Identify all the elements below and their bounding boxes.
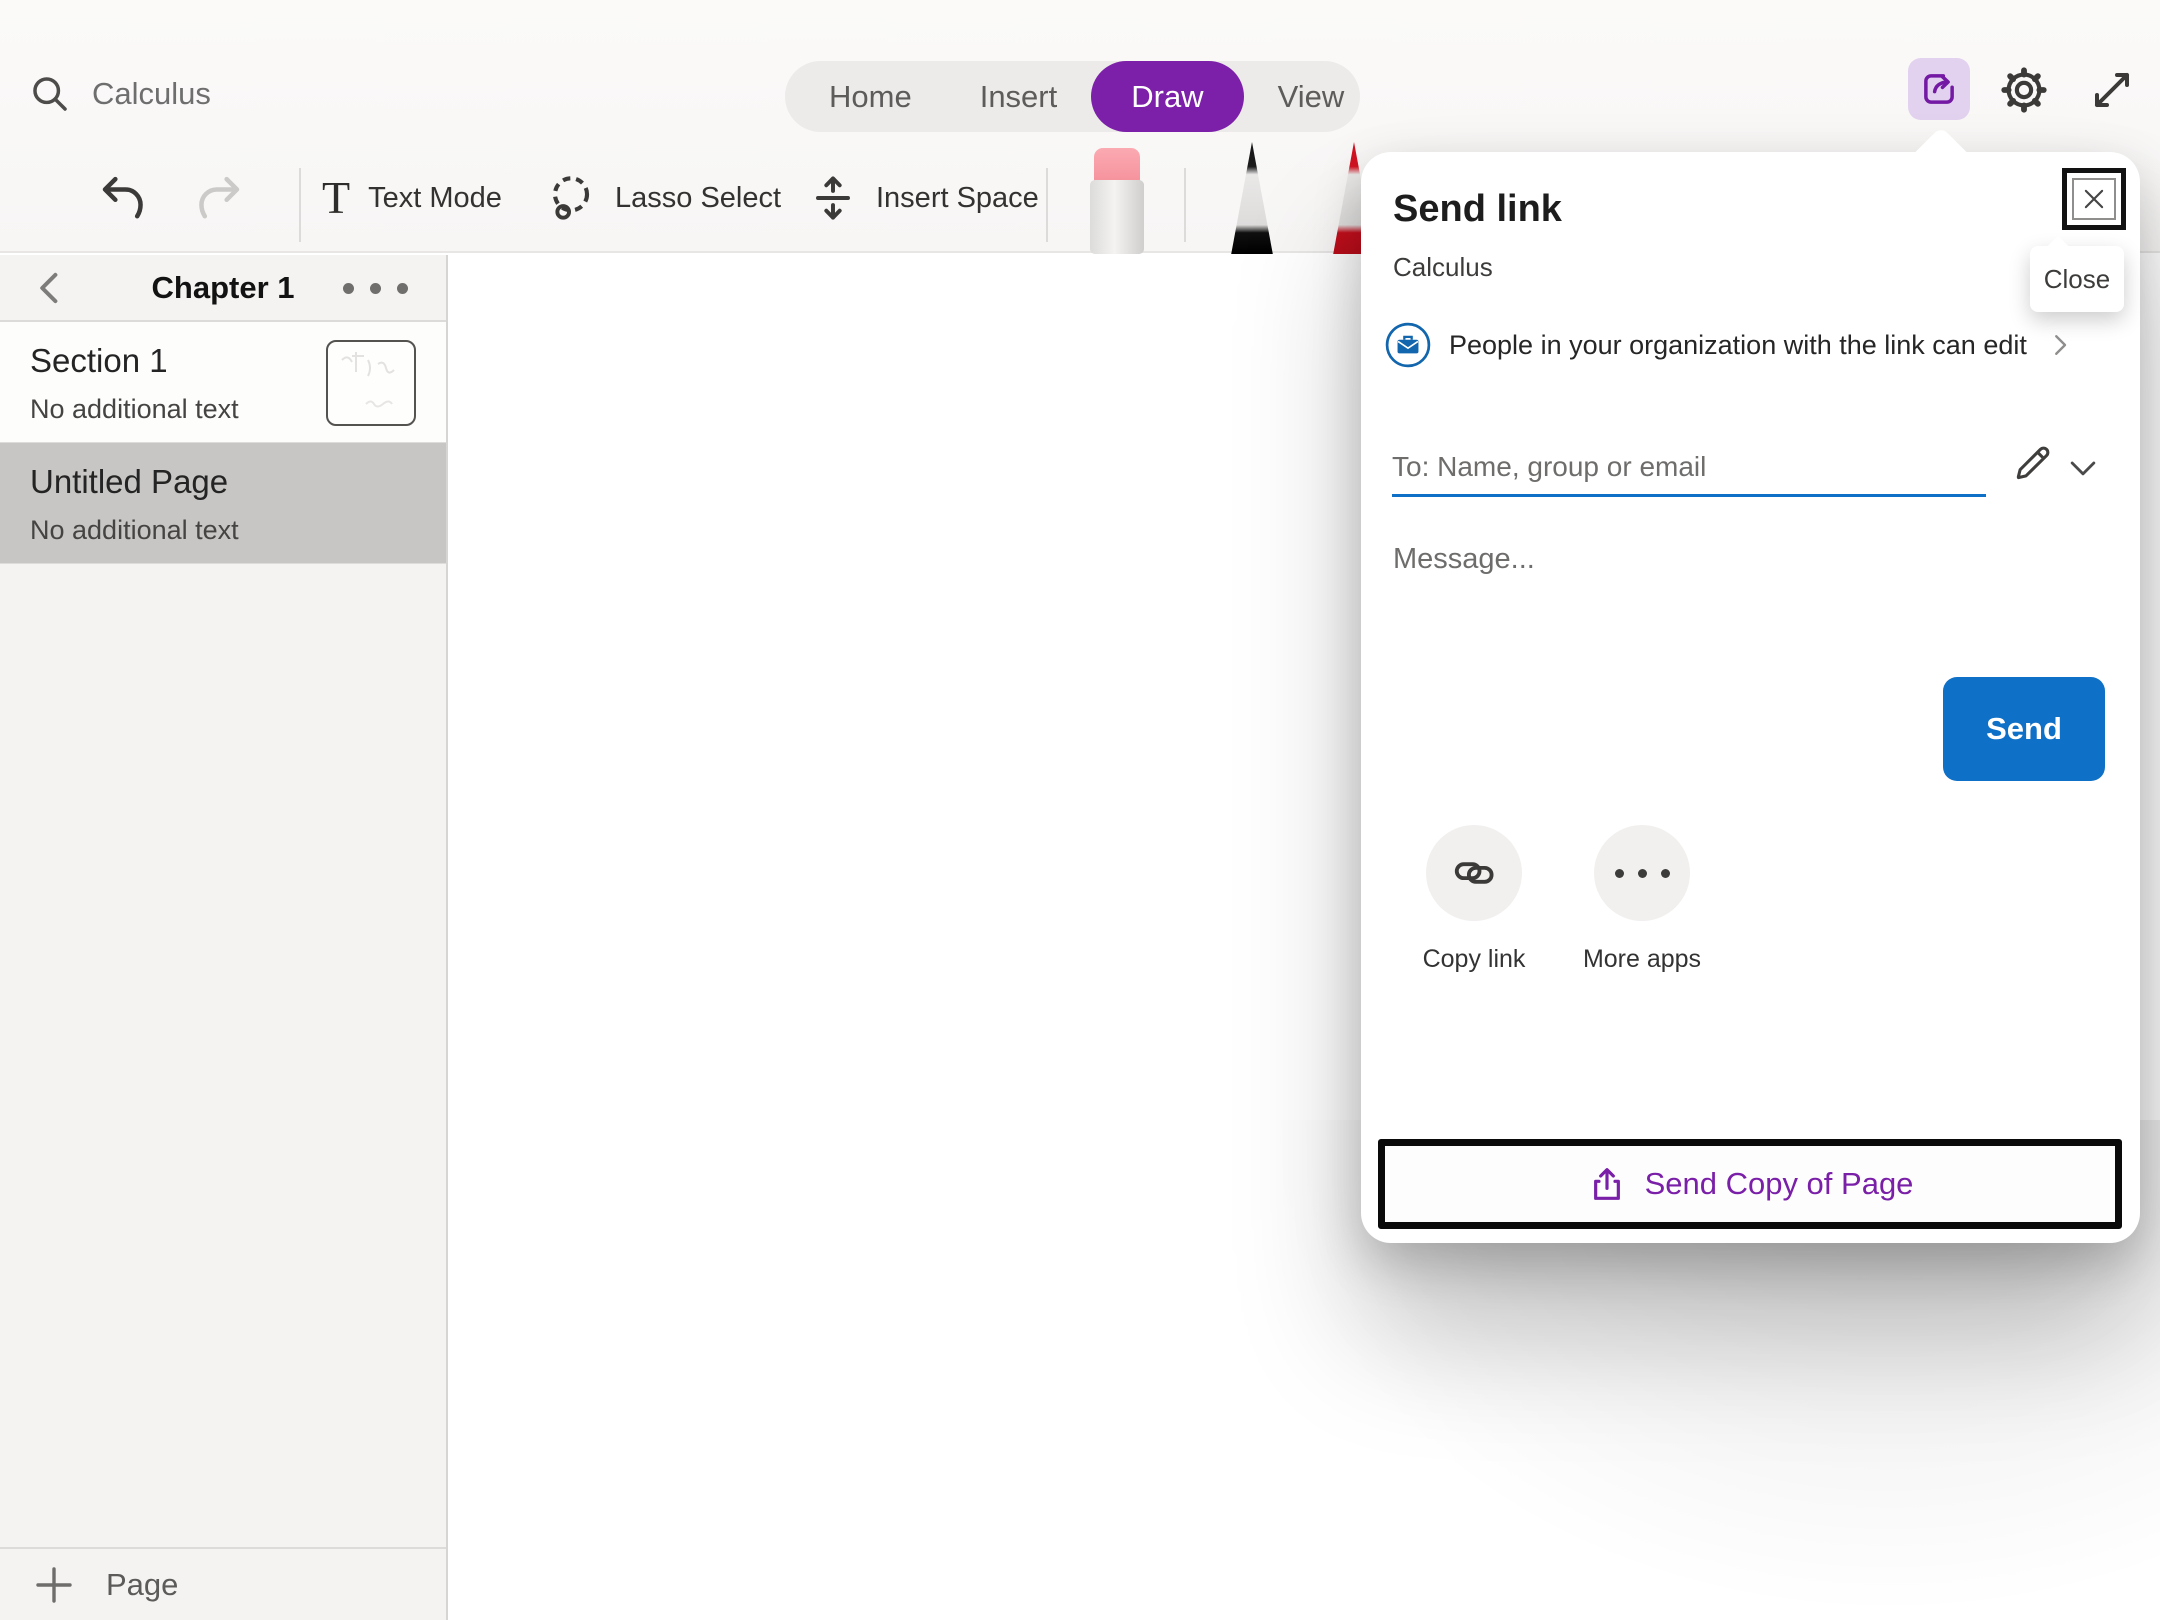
- copy-link-button[interactable]: Copy link: [1389, 825, 1559, 974]
- chevron-down-icon[interactable]: [2063, 448, 2103, 488]
- search-icon: [28, 72, 72, 116]
- app-window: Calculus Home Insert Draw View: [0, 0, 2160, 1620]
- text-mode-button[interactable]: T Text Mode: [322, 156, 502, 240]
- list-item-section-1[interactable]: Section 1 No additional text: [0, 322, 446, 443]
- dialog-title: Send link: [1393, 188, 1562, 231]
- lasso-icon: [545, 172, 597, 224]
- lasso-select-button[interactable]: Lasso Select: [545, 156, 781, 240]
- toolbar-divider: [299, 168, 301, 242]
- eraser-tool[interactable]: [1090, 148, 1144, 254]
- toolbar-divider: [1046, 168, 1048, 242]
- undo-icon: [96, 171, 150, 225]
- settings-button[interactable]: [1996, 62, 2052, 118]
- expand-icon: [2088, 66, 2136, 114]
- tab-draw[interactable]: Draw: [1091, 61, 1243, 132]
- share-icon: [1918, 68, 1960, 110]
- insert-space-icon: [808, 173, 858, 223]
- pencil-icon[interactable]: [2009, 440, 2055, 486]
- close-button[interactable]: [2062, 168, 2126, 230]
- message-input[interactable]: [1393, 534, 1993, 584]
- more-options-icon[interactable]: [343, 283, 408, 294]
- list-item-untitled-page[interactable]: Untitled Page No additional text: [0, 443, 446, 564]
- toolbar-divider: [1184, 168, 1186, 242]
- tab-insert[interactable]: Insert: [946, 61, 1092, 132]
- tab-view[interactable]: View: [1244, 61, 1379, 132]
- text-mode-icon: T: [322, 175, 350, 221]
- dialog-subtitle: Calculus: [1393, 252, 1493, 283]
- chevron-right-icon: [2045, 330, 2075, 360]
- send-copy-of-page-button[interactable]: Send Copy of Page: [1378, 1139, 2122, 1229]
- ribbon-tabs: Home Insert Draw View: [785, 61, 1360, 132]
- message-field-wrap: [1393, 534, 1993, 584]
- tab-home[interactable]: Home: [795, 61, 946, 132]
- undo-button[interactable]: [96, 156, 150, 240]
- redo-button[interactable]: [192, 156, 246, 240]
- link-icon: [1452, 851, 1496, 895]
- page-thumbnail: [326, 340, 416, 426]
- organization-briefcase-icon: [1385, 322, 1431, 368]
- link-permission-row[interactable]: People in your organization with the lin…: [1385, 322, 2075, 368]
- send-link-dialog: Send link Calculus Close: [1361, 152, 2140, 1243]
- close-tooltip: Close: [2030, 246, 2124, 312]
- gear-icon: [1998, 64, 2050, 116]
- page-list-sidebar: Chapter 1 Section 1 No additional text U…: [0, 255, 448, 1620]
- sidebar-header: Chapter 1: [0, 255, 446, 322]
- send-button[interactable]: Send: [1943, 677, 2105, 781]
- fullscreen-button[interactable]: [2086, 64, 2138, 116]
- black-pen-tool[interactable]: [1226, 142, 1278, 254]
- ellipsis-icon: [1615, 869, 1670, 878]
- recipient-input[interactable]: [1392, 440, 1986, 494]
- close-icon: [2079, 184, 2109, 214]
- share-button[interactable]: [1908, 58, 1970, 120]
- plus-icon: [30, 1561, 78, 1609]
- redo-icon: [192, 171, 246, 225]
- notebook-search[interactable]: Calculus: [28, 72, 211, 116]
- more-apps-button[interactable]: More apps: [1557, 825, 1727, 974]
- notebook-title: Calculus: [92, 76, 211, 112]
- insert-space-button[interactable]: Insert Space: [808, 156, 1039, 240]
- back-button[interactable]: [30, 267, 72, 309]
- add-page-button[interactable]: Page: [0, 1547, 446, 1620]
- recipient-field-wrap: [1392, 440, 1986, 497]
- share-up-icon: [1587, 1164, 1627, 1204]
